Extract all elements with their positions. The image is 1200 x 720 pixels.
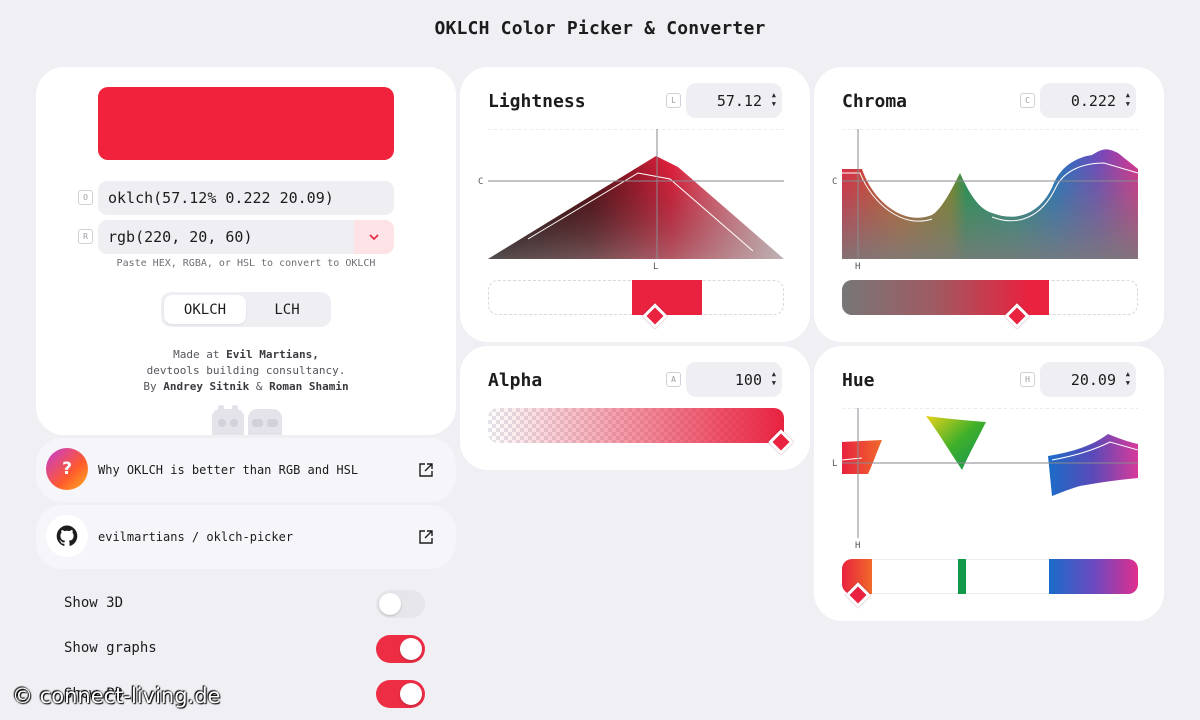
chroma-value: 0.222 bbox=[1070, 91, 1116, 110]
hue-range-green bbox=[958, 559, 966, 594]
lightness-slider-range bbox=[632, 280, 702, 315]
toggle-knob bbox=[400, 683, 422, 705]
rgb-input[interactable]: rgb(220, 20, 60) bbox=[98, 220, 354, 254]
alpha-panel: Alpha A 100 ▲ ▼ bbox=[460, 346, 810, 470]
credits-author-2[interactable]: Roman Shamin bbox=[269, 380, 348, 393]
credits-tagline: devtools building consultancy. bbox=[146, 364, 346, 377]
lightness-slider-axis-label: L bbox=[653, 262, 659, 272]
hue-graph-axis-label: L bbox=[832, 459, 838, 469]
hue-lightness-graph bbox=[842, 408, 1138, 538]
hue-slider-axis-label: H bbox=[855, 541, 861, 551]
github-repo-link[interactable]: evilmartians / oklch-picker bbox=[36, 505, 456, 569]
credits-company-link[interactable]: Evil Martians, bbox=[226, 348, 319, 361]
alpha-value: 100 bbox=[734, 370, 762, 389]
chroma-slider-axis-label: H bbox=[855, 262, 861, 272]
hue-range-blue bbox=[1049, 559, 1138, 594]
credits-amp: & bbox=[255, 380, 263, 393]
show-3d-label: Show 3D bbox=[64, 595, 124, 611]
lightness-title: Lightness bbox=[488, 91, 586, 112]
chroma-title: Chroma bbox=[842, 91, 908, 112]
github-link-text: evilmartians / oklch-picker bbox=[98, 530, 294, 544]
color-preview-swatch bbox=[98, 87, 394, 160]
watermark: © connect-living.de bbox=[12, 684, 221, 708]
oklch-format-tag: O bbox=[78, 190, 93, 205]
lightness-panel: Lightness L 57.12 ▲ ▼ C L bbox=[460, 67, 810, 342]
alpha-input[interactable]: 100 ▲ ▼ bbox=[686, 362, 782, 397]
show-p3-toggle[interactable] bbox=[376, 680, 425, 708]
format-dropdown-button[interactable] bbox=[354, 220, 394, 254]
chevron-down-icon bbox=[369, 233, 379, 240]
show-graphs-toggle[interactable] bbox=[376, 635, 425, 663]
credits-author-1[interactable]: Andrey Sitnik bbox=[163, 380, 249, 393]
mode-lch-button[interactable]: LCH bbox=[246, 295, 328, 324]
mode-switcher: OKLCH LCH bbox=[161, 292, 331, 327]
chroma-stepper-icon[interactable]: ▲ ▼ bbox=[1126, 91, 1130, 109]
credits-by: By bbox=[143, 380, 157, 393]
show-3d-toggle[interactable] bbox=[376, 590, 425, 618]
toggle-knob bbox=[379, 593, 401, 615]
lightness-graph-axis-label: C bbox=[478, 177, 484, 187]
mode-oklch-button[interactable]: OKLCH bbox=[164, 295, 246, 324]
why-oklch-link[interactable]: ? Why OKLCH is better than RGB and HSL bbox=[36, 438, 456, 502]
hue-panel: Hue H 20.09 ▲ ▼ L H bbox=[814, 346, 1164, 621]
paste-hint: Paste HEX, RGBA, or HSL to convert to OK… bbox=[116, 258, 376, 269]
lightness-input[interactable]: 57.12 ▲ ▼ bbox=[686, 83, 782, 118]
toggle-knob bbox=[400, 638, 422, 660]
lightness-tag: L bbox=[666, 93, 681, 108]
credits: Made at Evil Martians, devtools building… bbox=[56, 347, 436, 395]
github-icon bbox=[46, 515, 88, 557]
chroma-hue-graph bbox=[842, 129, 1138, 259]
hue-value: 20.09 bbox=[1070, 370, 1116, 389]
chroma-panel: Chroma C 0.222 ▲ ▼ C H bbox=[814, 67, 1164, 342]
page-title: OKLCH Color Picker & Converter bbox=[434, 18, 766, 39]
chroma-tag: C bbox=[1020, 93, 1035, 108]
chroma-graph-axis-label: C bbox=[832, 177, 838, 187]
color-input-panel: O oklch(57.12% 0.222 20.09) R rgb(220, 2… bbox=[36, 67, 456, 435]
alpha-slider-track[interactable] bbox=[488, 408, 784, 443]
lightness-stepper-icon[interactable]: ▲ ▼ bbox=[772, 91, 776, 109]
alpha-title: Alpha bbox=[488, 370, 543, 391]
show-graphs-label: Show graphs bbox=[64, 640, 157, 656]
lightness-value: 57.12 bbox=[716, 91, 762, 110]
external-link-icon bbox=[419, 463, 433, 477]
hue-tag: H bbox=[1020, 372, 1035, 387]
credits-made-at: Made at bbox=[173, 348, 220, 361]
chroma-input[interactable]: 0.222 ▲ ▼ bbox=[1040, 83, 1136, 118]
question-icon: ? bbox=[46, 448, 88, 490]
lightness-chroma-graph bbox=[488, 129, 784, 259]
martian-mascots-image bbox=[210, 405, 286, 435]
hue-input[interactable]: 20.09 ▲ ▼ bbox=[1040, 362, 1136, 397]
external-link-icon bbox=[419, 530, 433, 544]
why-oklch-link-text: Why OKLCH is better than RGB and HSL bbox=[98, 463, 359, 477]
oklch-input[interactable]: oklch(57.12% 0.222 20.09) bbox=[98, 181, 394, 215]
hue-stepper-icon[interactable]: ▲ ▼ bbox=[1126, 370, 1130, 388]
alpha-stepper-icon[interactable]: ▲ ▼ bbox=[772, 370, 776, 388]
alpha-tag: A bbox=[666, 372, 681, 387]
hue-title: Hue bbox=[842, 370, 875, 391]
rgb-format-tag: R bbox=[78, 229, 93, 244]
